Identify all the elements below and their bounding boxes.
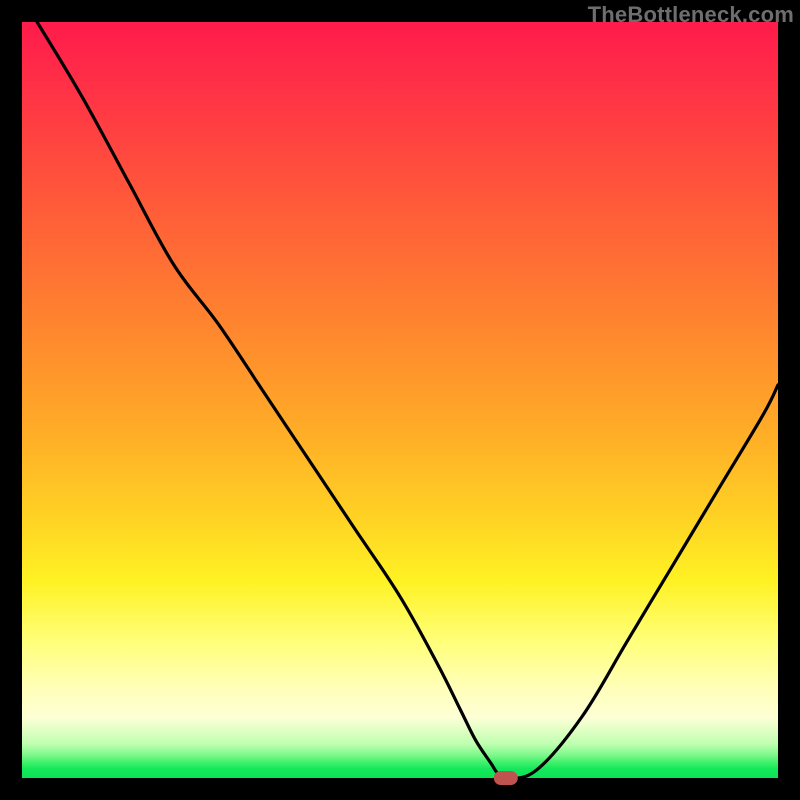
optimal-point-marker bbox=[494, 771, 518, 785]
chart-stage: TheBottleneck.com bbox=[0, 0, 800, 800]
chart-overlay bbox=[22, 22, 778, 778]
bottleneck-curve bbox=[37, 22, 778, 778]
